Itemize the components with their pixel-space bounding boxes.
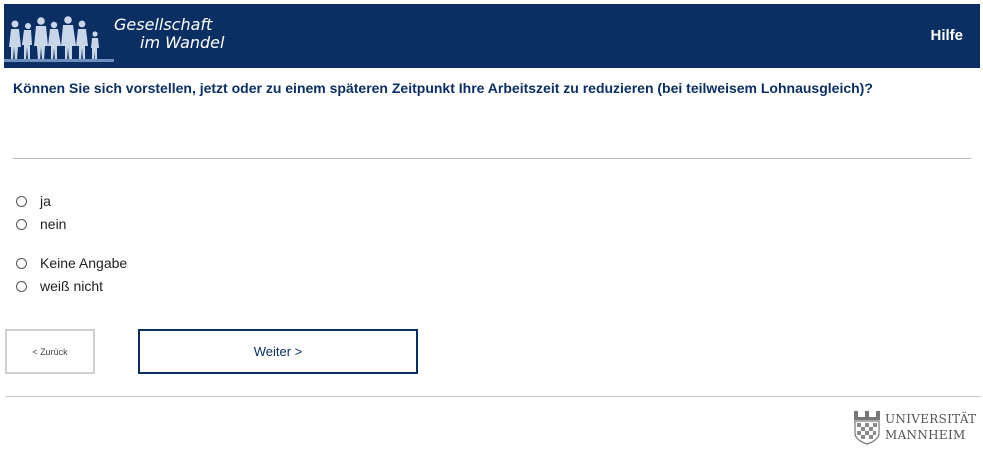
logo-line1: Gesellschaft	[114, 15, 213, 34]
university-line1: UNIVERSITÄT	[885, 412, 977, 426]
header-bar: Gesellschaft im Wandel Hilfe	[4, 4, 980, 68]
radio-button[interactable]	[16, 195, 27, 207]
university-crest-icon	[854, 411, 880, 445]
next-button[interactable]: Weiter >	[138, 329, 418, 374]
option-label: nein	[40, 216, 67, 232]
site-logo: Gesellschaft im Wandel	[4, 4, 244, 68]
option-ja[interactable]: ja	[16, 192, 51, 210]
question-text: Können Sie sich vorstellen, jetzt oder z…	[13, 80, 873, 96]
people-silhouettes-icon	[4, 16, 114, 62]
survey-page: Gesellschaft im Wandel Hilfe Können Sie …	[0, 0, 983, 452]
divider	[13, 158, 971, 159]
option-keine-angabe[interactable]: Keine Angabe	[16, 254, 127, 272]
option-label: weiß nicht	[40, 278, 104, 294]
university-line2: MANNHEIM	[885, 428, 966, 442]
university-name: UNIVERSITÄT MANNHEIM	[885, 411, 976, 443]
option-label: ja	[40, 193, 51, 209]
logo-line2: im Wandel	[140, 33, 225, 52]
radio-button[interactable]	[16, 257, 27, 269]
option-weiss-nicht[interactable]: weiß nicht	[16, 277, 103, 295]
footer-divider	[5, 396, 981, 397]
radio-button[interactable]	[16, 218, 27, 230]
radio-button[interactable]	[16, 280, 27, 292]
back-button[interactable]: < Zurück	[5, 329, 95, 374]
option-label: Keine Angabe	[40, 255, 128, 271]
university-logo: UNIVERSITÄT MANNHEIM	[850, 409, 983, 447]
option-nein[interactable]: nein	[16, 215, 66, 233]
logo-text: Gesellschaft im Wandel	[114, 16, 224, 52]
help-link[interactable]: Hilfe	[930, 27, 963, 44]
